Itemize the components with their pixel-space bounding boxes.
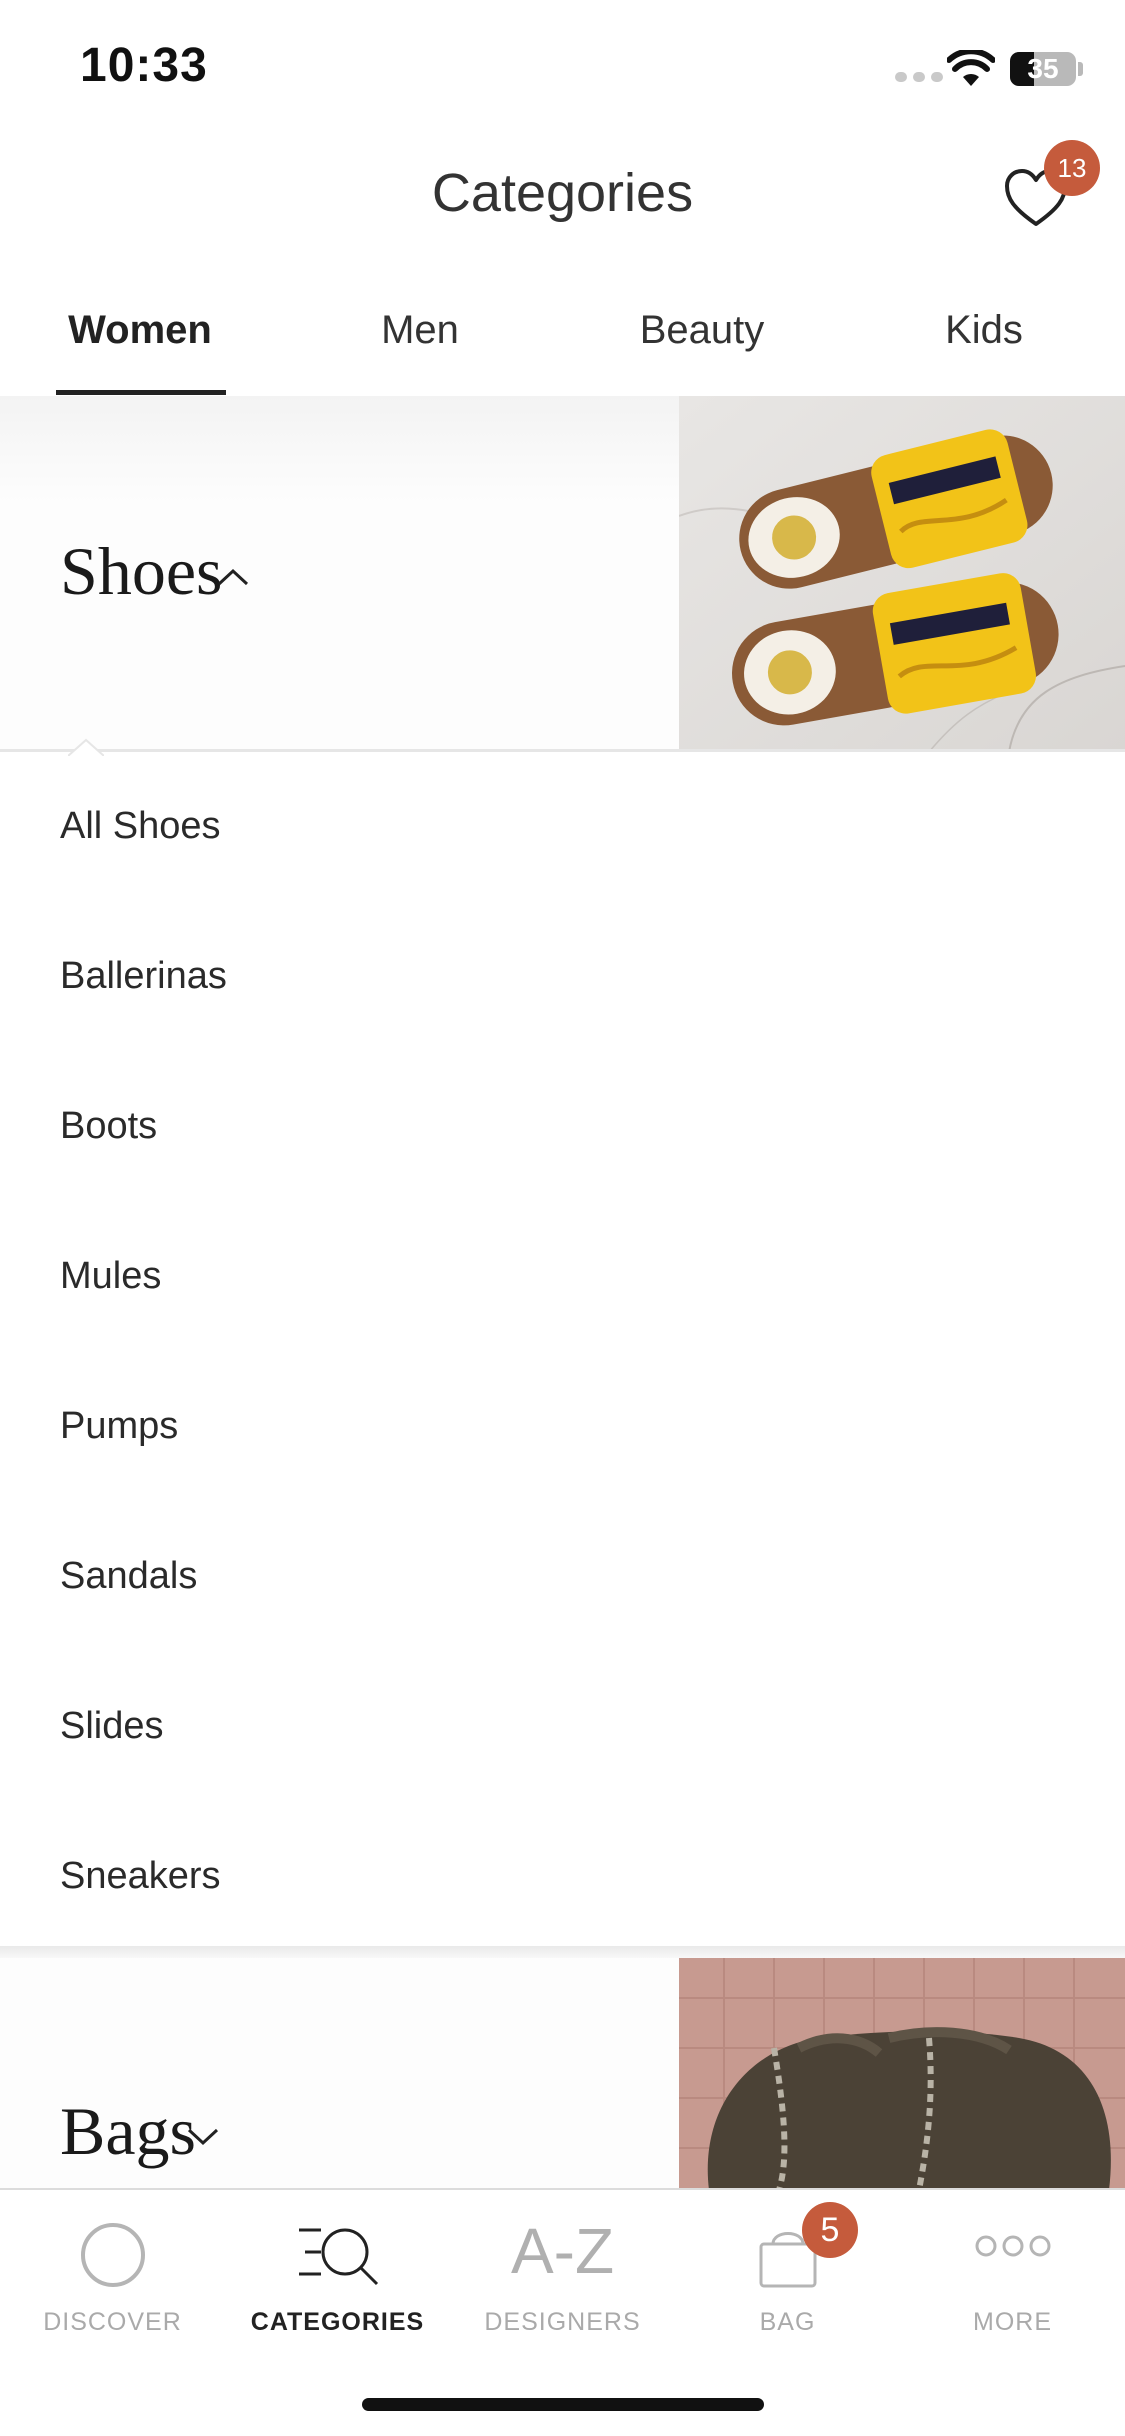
expanded-pointer (68, 738, 104, 756)
subcategory-all-shoes[interactable]: All Shoes (0, 756, 1125, 906)
wifi-icon (947, 50, 995, 86)
subcategory-pumps[interactable]: Pumps (0, 1356, 1125, 1506)
section-divider (0, 749, 1125, 752)
active-tab-indicator (56, 390, 226, 395)
category-title-shoes: Shoes (60, 533, 223, 609)
bag-count-badge: 5 (802, 2202, 858, 2258)
categories-icon (298, 2228, 378, 2286)
more-icon (975, 2235, 1050, 2257)
subcategory-sandals[interactable]: Sandals (0, 1506, 1125, 1656)
subcategory-sneakers[interactable]: Sneakers (0, 1806, 1125, 1956)
battery-level: 35 (1027, 53, 1059, 84)
section-separator (0, 1946, 1125, 1958)
nav-label-categories: CATEGORIES (250, 2308, 425, 2336)
nav-label-bag: BAG (759, 2308, 816, 2336)
nav-categories[interactable]: CATEGORIES (225, 2210, 450, 2340)
bags-category-image (679, 1958, 1125, 2190)
tab-men[interactable]: Men (280, 290, 560, 396)
shoes-category-image (679, 396, 1125, 752)
category-bags[interactable]: Bags (0, 1958, 1125, 2190)
nav-discover[interactable]: DISCOVER (0, 2210, 225, 2340)
subcategory-ballerinas[interactable]: Ballerinas (0, 906, 1125, 1056)
nav-label-discover: DISCOVER (43, 2308, 182, 2336)
a-z-icon: A-Z (510, 2215, 615, 2287)
battery-cap (1078, 62, 1083, 76)
tab-beauty[interactable]: Beauty (562, 290, 842, 396)
subcategory-boots[interactable]: Boots (0, 1056, 1125, 1206)
nav-label-more: MORE (973, 2308, 1052, 2336)
chevron-down-icon (187, 2128, 219, 2146)
shoes-subcategory-list: All Shoes Ballerinas Boots Mules Pumps S… (0, 756, 1125, 1956)
nav-bag[interactable]: BAG (675, 2210, 900, 2340)
subcategory-mules[interactable]: Mules (0, 1206, 1125, 1356)
tab-kids[interactable]: Kids (844, 290, 1124, 396)
tab-women[interactable]: Women (0, 290, 280, 396)
category-shoes[interactable]: Shoes (0, 396, 1125, 752)
chevron-up-icon (217, 568, 249, 586)
wishlist-count-badge: 13 (1044, 140, 1100, 196)
nav-more[interactable]: MORE (900, 2210, 1125, 2340)
nav-designers[interactable]: A-Z DESIGNERS (450, 2210, 675, 2340)
category-title-bags: Bags (60, 2093, 196, 2169)
subcategory-slides[interactable]: Slides (0, 1656, 1125, 1806)
battery-icon: 35 (1010, 52, 1076, 86)
status-time: 10:33 (80, 39, 208, 92)
home-indicator (362, 2398, 764, 2411)
nav-label-designers: DESIGNERS (484, 2308, 641, 2336)
page-title: Categories (431, 163, 694, 223)
discover-icon (80, 2223, 145, 2287)
gender-tabs: Women Men Beauty Kids (0, 290, 1125, 396)
status-bar: 10:33 35 (0, 0, 1125, 130)
cellular-signal-icon (895, 72, 943, 82)
